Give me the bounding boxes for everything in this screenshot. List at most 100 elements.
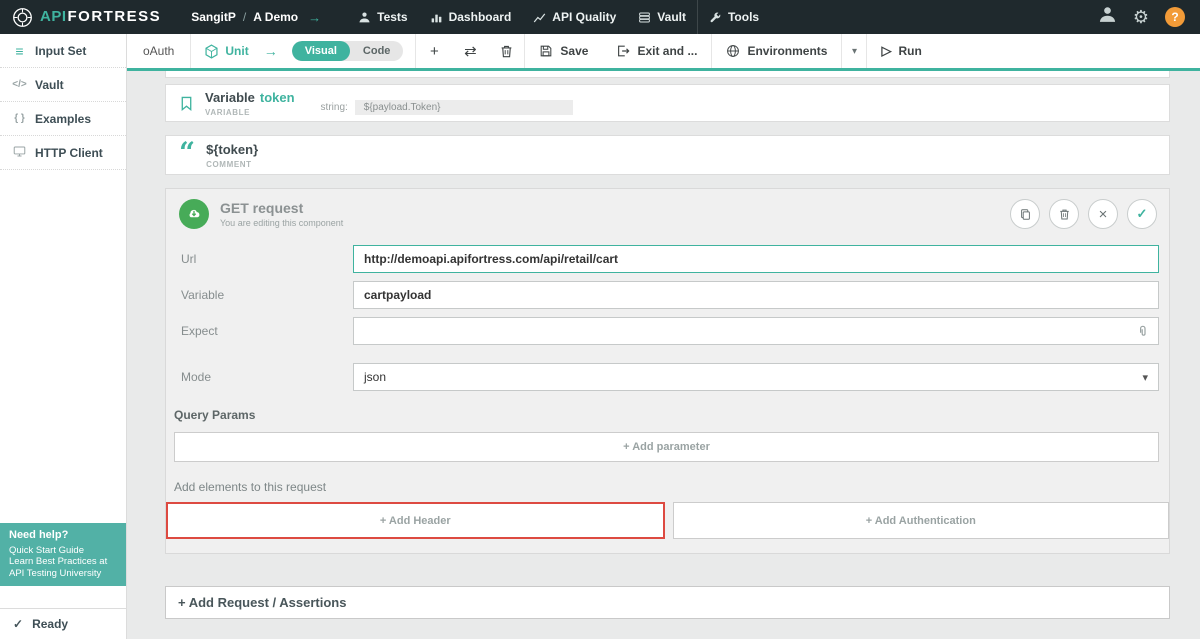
- sidebar-item-vault[interactable]: </> Vault: [0, 68, 126, 102]
- cancel-edit-button[interactable]: ×: [1088, 199, 1118, 229]
- variable-field-row: Variable: [181, 281, 1159, 309]
- help-question-icon[interactable]: ?: [1165, 7, 1185, 27]
- nav-tools[interactable]: Tools: [698, 0, 770, 34]
- sidebar-item-http-client[interactable]: HTTP Client: [0, 136, 126, 170]
- user-account-icon[interactable]: [1098, 5, 1117, 29]
- nav-api-quality[interactable]: API Quality: [522, 0, 627, 34]
- environments-button[interactable]: Environments: [712, 34, 841, 68]
- variable-meta-type-label: string:: [321, 102, 348, 113]
- apifortress-logo[interactable]: APIFORTRESS: [0, 7, 173, 28]
- variable-meta: string: ${payload.Token}: [321, 100, 573, 115]
- unit-cube-icon: [204, 44, 219, 59]
- monitor-icon: [12, 145, 27, 161]
- braces-icon: { }: [12, 113, 27, 124]
- paperclip-icon[interactable]: [1130, 320, 1156, 342]
- expect-input[interactable]: [353, 317, 1159, 345]
- mode-selected-value: json: [364, 370, 386, 384]
- request-elements-buttons: + Add Header + Add Authentication: [166, 502, 1169, 539]
- save-button[interactable]: Save: [525, 34, 602, 68]
- reorder-components-button[interactable]: ⇄: [452, 34, 488, 68]
- comment-title: ${token}: [206, 142, 258, 157]
- vault-stack-icon: [638, 11, 651, 24]
- get-request-cloud-icon: [179, 199, 209, 229]
- gear-icon[interactable]: ⚙: [1133, 8, 1149, 26]
- unit-tab[interactable]: Unit: [191, 44, 261, 59]
- visual-mode-button[interactable]: Visual: [292, 41, 350, 61]
- topbar-right-actions: ⚙ ?: [1098, 5, 1200, 29]
- top-navbar: APIFORTRESS SangitP / A Demo → Tests Das…: [0, 0, 1200, 34]
- sidebar-http-client-label: HTTP Client: [35, 146, 103, 160]
- add-parameter-button[interactable]: + Add parameter: [174, 432, 1159, 462]
- view-mode-toggle: Visual Code: [292, 41, 404, 61]
- comment-component-kind: COMMENT: [206, 160, 258, 169]
- run-button[interactable]: ▷ Run: [867, 34, 935, 68]
- add-authentication-button[interactable]: + Add Authentication: [673, 502, 1170, 539]
- sidebar-item-input-set[interactable]: ≡ Input Set: [0, 34, 126, 68]
- nav-tests-label: Tests: [377, 10, 407, 24]
- chevron-down-icon: ▾: [852, 46, 857, 57]
- duplicate-component-button[interactable]: [1010, 199, 1040, 229]
- status-label: Ready: [32, 617, 68, 631]
- nav-tests[interactable]: Tests: [347, 0, 418, 34]
- breadcrumb-user[interactable]: SangitP: [191, 10, 236, 24]
- plus-icon: +: [430, 43, 439, 60]
- list-icon: ≡: [12, 43, 27, 59]
- variable-meta-value: ${payload.Token}: [355, 100, 573, 115]
- nav-tools-label: Tools: [728, 10, 759, 24]
- mode-field-label: Mode: [181, 370, 353, 384]
- need-help-box: Need help? Quick Start Guide Learn Best …: [0, 523, 126, 587]
- url-field-label: Url: [181, 252, 353, 266]
- help-text-line: Learn Best Practices at: [9, 556, 117, 568]
- wrench-icon: [709, 11, 722, 24]
- sidebar-item-examples[interactable]: { } Examples: [0, 102, 126, 136]
- tests-person-icon: [358, 11, 371, 24]
- environments-label: Environments: [747, 44, 827, 58]
- sidebar-examples-label: Examples: [35, 112, 91, 126]
- check-icon: ✓: [1137, 206, 1148, 222]
- comment-component-card[interactable]: “ ${token} COMMENT: [165, 135, 1170, 175]
- mode-field-row: Mode json ▾: [181, 363, 1159, 391]
- expect-field-label: Expect: [181, 324, 353, 338]
- apifortress-logo-icon: [12, 7, 33, 28]
- logo-text-fortress: FORTRESS: [68, 8, 162, 25]
- get-request-editor-card: GET request You are editing this compone…: [165, 188, 1170, 554]
- confirm-edit-button[interactable]: ✓: [1127, 199, 1157, 229]
- api-testing-university-link[interactable]: API Testing University: [9, 568, 117, 580]
- ready-check-icon: ✓: [13, 617, 23, 631]
- exit-label: Exit and ...: [637, 44, 697, 58]
- add-request-assertions-button[interactable]: + Add Request / Assertions: [165, 586, 1170, 619]
- nav-vault[interactable]: Vault: [627, 0, 697, 34]
- get-request-header: GET request You are editing this compone…: [166, 189, 1169, 237]
- close-icon: ×: [1099, 206, 1108, 223]
- environments-chevron-button[interactable]: ▾: [842, 34, 866, 68]
- nav-api-quality-label: API Quality: [552, 10, 616, 24]
- mode-select[interactable]: json ▾: [353, 363, 1159, 391]
- quick-start-guide-link[interactable]: Quick Start Guide: [9, 545, 117, 557]
- dashboard-bars-icon: [430, 11, 443, 24]
- get-request-titles: GET request You are editing this compone…: [220, 200, 343, 228]
- test-name-tab[interactable]: oAuth: [127, 44, 190, 58]
- swap-icon: ⇄: [464, 42, 477, 60]
- code-mode-button[interactable]: Code: [350, 41, 404, 61]
- nav-dashboard[interactable]: Dashboard: [419, 0, 523, 34]
- delete-component-button[interactable]: [488, 34, 524, 68]
- bookmark-icon: [179, 95, 194, 112]
- globe-icon: [726, 44, 740, 58]
- add-header-button[interactable]: + Add Header: [166, 502, 665, 539]
- quote-icon: “: [179, 148, 195, 162]
- breadcrumb-separator: /: [243, 10, 246, 24]
- breadcrumb-project[interactable]: A Demo: [253, 10, 298, 24]
- variable-component-card[interactable]: Variable token VARIABLE string: ${payloa…: [165, 84, 1170, 122]
- variable-component-kind: VARIABLE: [205, 108, 295, 117]
- trash-icon: [499, 44, 514, 59]
- run-label: Run: [898, 44, 921, 58]
- delete-request-button[interactable]: [1049, 199, 1079, 229]
- composer-toolbar: oAuth Unit → Visual Code + ⇄ Save: [127, 34, 1200, 71]
- exit-button[interactable]: Exit and ...: [602, 34, 711, 68]
- nav-dashboard-label: Dashboard: [449, 10, 512, 24]
- save-label: Save: [560, 44, 588, 58]
- url-input[interactable]: [353, 245, 1159, 273]
- add-component-button[interactable]: +: [416, 34, 452, 68]
- variable-input[interactable]: [353, 281, 1159, 309]
- variable-component-text: Variable token VARIABLE: [205, 90, 295, 117]
